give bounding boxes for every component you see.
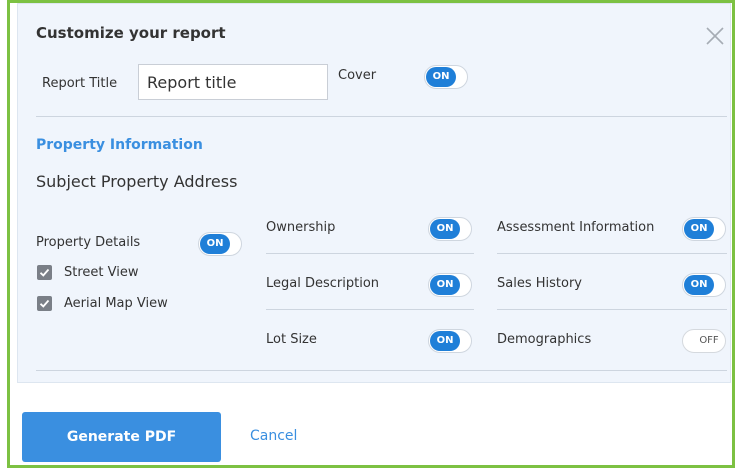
toggle-state: ON [684,275,714,295]
assessment-information-toggle[interactable]: ON [682,217,726,241]
generate-pdf-button[interactable]: Generate PDF [22,412,221,462]
property-details-toggle[interactable]: ON [198,232,242,256]
toggle-state: OFF [694,331,724,351]
lot-size-label: Lot Size [266,332,317,347]
assessment-information-label: Assessment Information [497,220,655,235]
check-icon [39,299,50,308]
toggle-state: ON [426,67,456,87]
sales-history-toggle[interactable]: ON [682,273,726,297]
divider [497,309,727,310]
street-view-label: Street View [64,265,139,280]
dialog-title: Customize your report [36,24,226,42]
check-icon [39,268,50,277]
customize-report-panel [17,3,731,383]
demographics-label: Demographics [497,332,592,347]
divider [266,309,474,310]
divider [266,253,474,254]
legal-description-label: Legal Description [266,276,380,291]
section-heading: Property Information [36,137,203,153]
demographics-toggle[interactable]: OFF [682,329,726,353]
toggle-state: ON [200,234,230,254]
aerial-map-view-label: Aerial Map View [64,296,168,311]
sales-history-label: Sales History [497,276,582,291]
ownership-label: Ownership [266,220,336,235]
toggle-state: ON [430,331,460,351]
divider [497,253,727,254]
street-view-checkbox[interactable] [37,265,52,280]
cover-toggle[interactable]: ON [424,65,468,89]
report-title-input[interactable] [138,64,328,100]
aerial-map-view-checkbox[interactable] [37,296,52,311]
close-icon[interactable] [703,24,727,48]
divider [36,116,727,117]
divider [36,370,727,371]
legal-description-toggle[interactable]: ON [428,273,472,297]
ownership-toggle[interactable]: ON [428,217,472,241]
toggle-state: ON [430,275,460,295]
report-title-label: Report Title [42,76,118,91]
cover-label: Cover [338,68,377,83]
toggle-state: ON [684,219,714,239]
lot-size-toggle[interactable]: ON [428,329,472,353]
property-details-label: Property Details [36,235,141,250]
subject-property-address: Subject Property Address [36,172,238,191]
cancel-link[interactable]: Cancel [250,428,297,444]
toggle-state: ON [430,219,460,239]
